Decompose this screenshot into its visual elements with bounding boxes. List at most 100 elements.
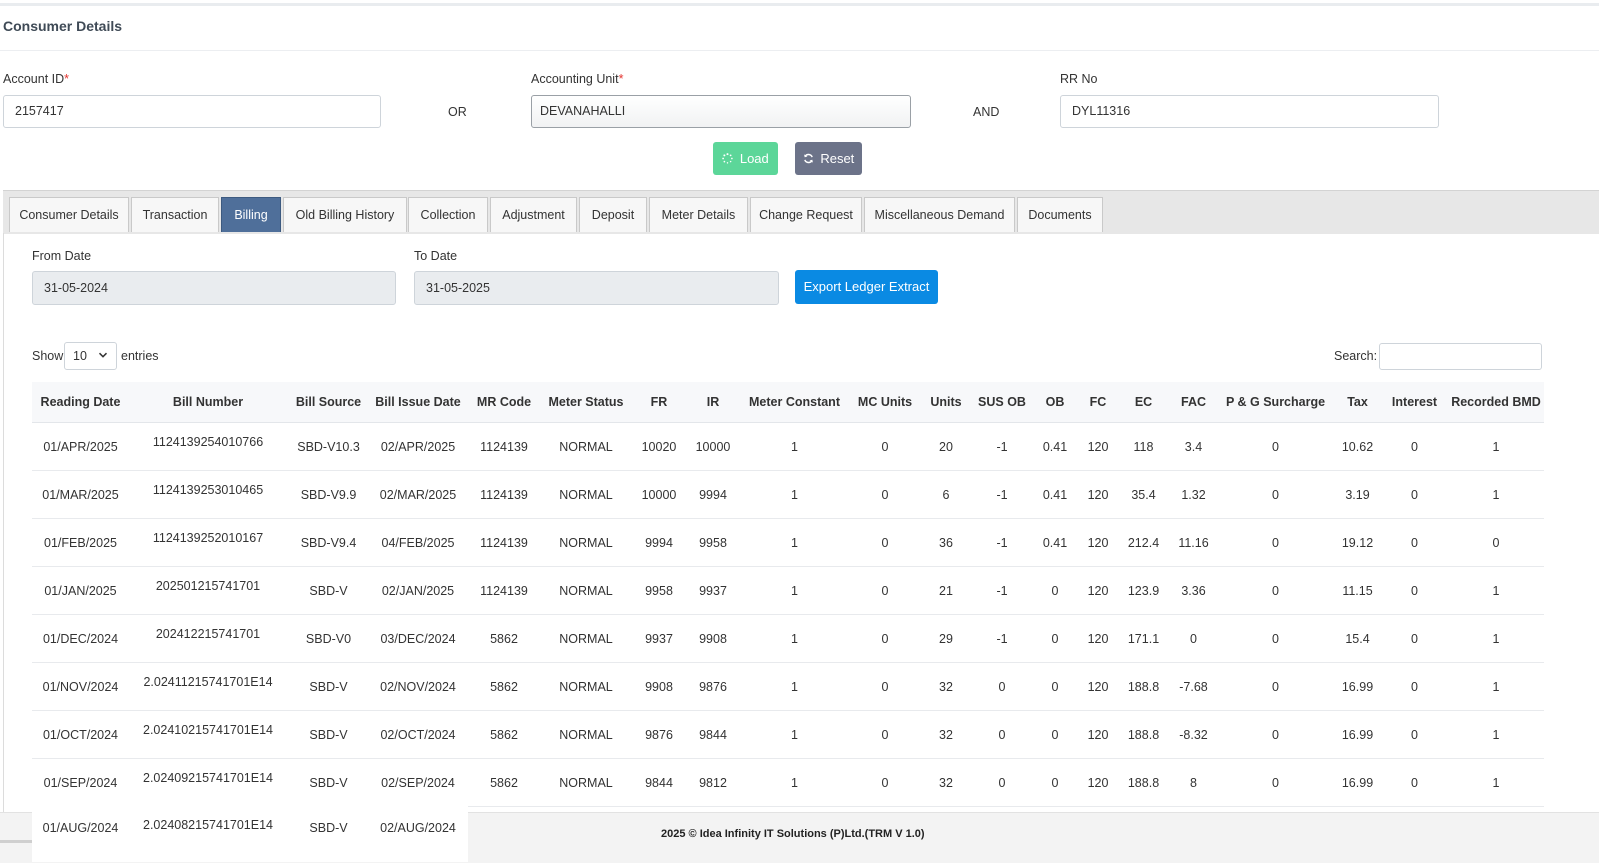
table-cell: 03/DEC/2024: [370, 614, 466, 663]
table-cell: 202412215741701: [129, 614, 287, 663]
table-cell: 0: [1217, 662, 1334, 711]
column-header[interactable]: IR: [688, 382, 738, 423]
table-cell: 2.02410215741701E14: [129, 710, 287, 759]
column-header[interactable]: Reading Date: [32, 382, 129, 423]
column-header[interactable]: FC: [1079, 382, 1117, 423]
page-length-select[interactable]: 10: [64, 342, 117, 370]
tab-miscellaneous-demand[interactable]: Miscellaneous Demand: [864, 197, 1015, 232]
from-date-input[interactable]: 31-05-2024: [32, 271, 396, 305]
column-header[interactable]: FR: [630, 382, 688, 423]
table-row[interactable]: 01/OCT/2024 2.02410215741701E14 SBD-V 02/OC…: [32, 710, 1544, 759]
table-cell: 8: [1170, 758, 1217, 807]
table-cell: 5862: [466, 758, 542, 807]
table-row[interactable]: 01/SEP/2024 2.02409215741701E14 SBD-V 02/SE…: [32, 758, 1544, 807]
table-row[interactable]: 01/DEC/2024 202412215741701 SBD-V0 03/DEC/2…: [32, 614, 1544, 663]
account-id-input[interactable]: 2157417: [3, 95, 381, 128]
tab-meter-details[interactable]: Meter Details: [649, 197, 748, 232]
show-label: Show: [32, 349, 64, 363]
table-cell: 36: [919, 518, 973, 567]
table-row[interactable]: 01/MAR/2025 1124139253010465 SBD-V9.9 02/MA…: [32, 470, 1544, 519]
table-cell: 3.4: [1170, 422, 1217, 471]
table-cell: 0: [851, 614, 919, 663]
column-header[interactable]: Bill Number: [129, 382, 287, 423]
table-cell: 171.1: [1117, 614, 1170, 663]
tab-deposit[interactable]: Deposit: [579, 197, 647, 232]
column-header[interactable]: Meter Constant: [738, 382, 851, 423]
reset-button[interactable]: Reset: [795, 142, 862, 175]
table-cell: 0: [973, 662, 1031, 711]
table-cell: NORMAL: [542, 662, 630, 711]
column-header[interactable]: EC: [1117, 382, 1170, 423]
column-header[interactable]: P & G Surcharge: [1217, 382, 1334, 423]
table-cell: 0: [1217, 710, 1334, 759]
table-cell: 01/FEB/2025: [32, 518, 129, 567]
table-cell: 5862: [466, 614, 542, 663]
table-cell: 0: [1217, 566, 1334, 615]
rr-no-input[interactable]: DYL11316: [1060, 95, 1439, 128]
table-cell: SBD-V0: [287, 614, 370, 663]
page-length-value: 10: [73, 349, 87, 363]
column-header[interactable]: MR Code: [466, 382, 542, 423]
column-header[interactable]: Bill Source: [287, 382, 370, 423]
export-ledger-button[interactable]: Export Ledger Extract: [795, 270, 938, 304]
table-cell: 0: [851, 662, 919, 711]
column-header[interactable]: MC Units: [851, 382, 919, 423]
column-header[interactable]: Recorded BMD: [1448, 382, 1544, 423]
column-header[interactable]: Meter Status: [542, 382, 630, 423]
table-cell: 1: [738, 518, 851, 567]
table-cell: 0: [1031, 710, 1079, 759]
search-label: Search:: [1334, 349, 1378, 363]
to-date-input[interactable]: 31-05-2025: [414, 271, 779, 305]
tab-adjustment[interactable]: Adjustment: [490, 197, 577, 232]
table-cell: 01/AUG/2024: [42, 821, 119, 835]
column-header[interactable]: SUS OB: [973, 382, 1031, 423]
column-header[interactable]: Units: [919, 382, 973, 423]
table-cell: NORMAL: [542, 566, 630, 615]
table-cell: 0: [1381, 518, 1448, 567]
search-input[interactable]: [1379, 343, 1542, 370]
table-cell: 1.32: [1170, 470, 1217, 519]
table-cell: 01/DEC/2024: [32, 614, 129, 663]
tab-consumer-details[interactable]: Consumer Details: [9, 197, 129, 232]
tab-old-billing-history[interactable]: Old Billing History: [283, 197, 407, 232]
column-header[interactable]: OB: [1031, 382, 1079, 423]
table-cell: 188.8: [1117, 758, 1170, 807]
table-cell: 0: [1448, 518, 1544, 567]
table-row[interactable]: 01/FEB/2025 1124139252010167 SBD-V9.4 04/FE…: [32, 518, 1544, 567]
tab-change-request[interactable]: Change Request: [750, 197, 862, 232]
tab-billing[interactable]: Billing: [221, 197, 281, 232]
table-cell: SBD-V: [287, 566, 370, 615]
table-cell: 19.12: [1334, 518, 1381, 567]
table-cell: 2.02411215741701E14: [129, 662, 287, 711]
table-cell: 1124139: [466, 518, 542, 567]
column-header[interactable]: Tax: [1334, 382, 1381, 423]
table-cell: 120: [1079, 758, 1117, 807]
tab-collection[interactable]: Collection: [408, 197, 488, 232]
column-header[interactable]: Interest: [1381, 382, 1448, 423]
table-cell: 0: [1381, 758, 1448, 807]
table-row[interactable]: 01/JAN/2025 202501215741701 SBD-V 02/JAN/20…: [32, 566, 1544, 615]
column-header[interactable]: FAC: [1170, 382, 1217, 423]
table-cell: 1: [738, 710, 851, 759]
accounting-unit-label-text: Accounting Unit: [531, 72, 619, 86]
table-cell: 1124139: [466, 470, 542, 519]
table-cell: 01/JAN/2025: [32, 566, 129, 615]
table-row[interactable]: 01/NOV/2024 2.02411215741701E14 SBD-V 02/NO…: [32, 662, 1544, 711]
load-button[interactable]: Load: [713, 142, 778, 175]
table-cell: 29: [919, 614, 973, 663]
accounting-unit-select[interactable]: DEVANAHALLI: [531, 95, 911, 128]
table-cell: 10000: [630, 470, 688, 519]
tab-bar: Consumer Details Transaction Billing Old…: [3, 190, 1599, 234]
table-cell: 120: [1079, 518, 1117, 567]
tab-documents[interactable]: Documents: [1017, 197, 1103, 232]
table-cell: 02/SEP/2024: [370, 758, 466, 807]
table-cell: 212.4: [1117, 518, 1170, 567]
table-cell: 1124139: [466, 566, 542, 615]
tab-transaction[interactable]: Transaction: [131, 197, 219, 232]
column-header[interactable]: Bill Issue Date: [370, 382, 466, 423]
table-row[interactable]: 01/APR/2025 1124139254010766 SBD-V10.3 02/A…: [32, 422, 1544, 471]
table-cell: 04/FEB/2025: [370, 518, 466, 567]
table-cell: SBD-V9.4: [287, 518, 370, 567]
table-cell: 32: [919, 662, 973, 711]
table-cell: 0: [1170, 614, 1217, 663]
